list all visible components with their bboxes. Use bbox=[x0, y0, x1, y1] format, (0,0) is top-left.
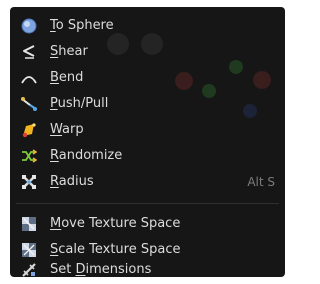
menu-item-label: Radius bbox=[50, 174, 94, 189]
shortcut-hint: Alt S bbox=[247, 175, 275, 189]
to-sphere-icon bbox=[21, 18, 37, 34]
shear-icon bbox=[23, 45, 35, 59]
menu-item-label: Scale Texture Space bbox=[50, 242, 181, 257]
menu-item-label: Bend bbox=[50, 70, 84, 85]
menu-item-label: Move Texture Space bbox=[50, 216, 181, 231]
menu-item-label: Randomize bbox=[50, 148, 123, 163]
scale-texture-space-icon bbox=[22, 243, 36, 257]
menu-item-label: Set Dimensions bbox=[50, 262, 152, 277]
transform-context-menu: To Sphere Shear Bend Push/Pull Warp Rand… bbox=[10, 7, 285, 277]
push-pull-icon bbox=[21, 97, 37, 111]
randomize-icon bbox=[22, 149, 37, 163]
menu-item-label: To Sphere bbox=[50, 18, 114, 33]
set-dimensions-icon bbox=[22, 263, 36, 277]
menu-item-bend[interactable]: Bend bbox=[10, 65, 285, 91]
menu-item-shear[interactable]: Shear bbox=[10, 39, 285, 65]
menu-item-move-texture-space[interactable]: Move Texture Space bbox=[10, 211, 285, 237]
menu-item-randomize[interactable]: Randomize bbox=[10, 143, 285, 169]
screenshot-frame: To Sphere Shear Bend Push/Pull Warp Rand… bbox=[0, 0, 291, 284]
menu-item-label: Push/Pull bbox=[50, 96, 109, 111]
menu-item-label: Shear bbox=[50, 44, 88, 59]
bend-icon bbox=[21, 76, 37, 84]
warp-icon bbox=[22, 123, 36, 138]
menu-item-push-pull[interactable]: Push/Pull bbox=[10, 91, 285, 117]
menu-item-set-dimensions[interactable]: Set Dimensions bbox=[10, 257, 285, 277]
menu-item-to-sphere[interactable]: To Sphere bbox=[10, 13, 285, 39]
menu-item-radius[interactable]: Radius Alt S bbox=[10, 169, 285, 195]
move-texture-space-icon bbox=[22, 217, 36, 231]
menu-item-warp[interactable]: Warp bbox=[10, 117, 285, 143]
radius-icon bbox=[22, 175, 36, 189]
menu-item-label: Warp bbox=[50, 122, 84, 137]
menu-separator bbox=[16, 203, 279, 204]
